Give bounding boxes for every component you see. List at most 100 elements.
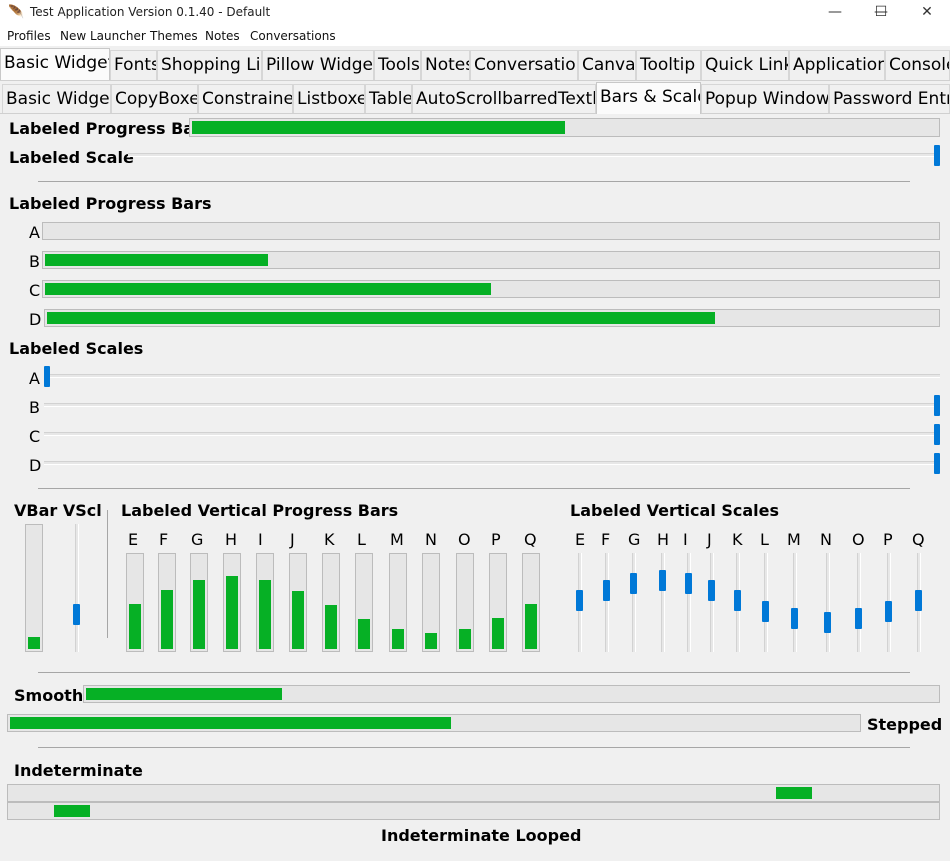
tab-canvas[interactable]: Canvas [578, 50, 636, 80]
tab-conversation[interactable]: Conversation [470, 50, 578, 80]
window-title: Test Application Version 0.1.40 - Defaul… [30, 5, 271, 19]
tab-application[interactable]: Application [789, 50, 885, 80]
scale-d-thumb[interactable] [934, 453, 940, 474]
tab-tools[interactable]: Tools [374, 50, 421, 80]
vertical-progress-bar-l [355, 553, 373, 652]
scale-a-track[interactable] [44, 374, 940, 378]
menu-notes[interactable]: Notes [205, 29, 240, 43]
vertical-progress-fill-i [259, 580, 271, 649]
close-button[interactable]: ✕ [904, 0, 950, 27]
indeterminate-looped-label: Indeterminate Looped [381, 826, 582, 845]
vertical-scale-thumb-m[interactable] [791, 608, 798, 629]
tab-tooltip[interactable]: Tooltip [636, 50, 701, 80]
progress-bar-b-fill [45, 254, 268, 266]
tab-quick-link[interactable]: Quick Link [701, 50, 789, 80]
scale-b-thumb[interactable] [934, 395, 940, 416]
scale-c-track[interactable] [44, 432, 940, 436]
vertical-progress-bar-n [422, 553, 440, 652]
vertical-scales-title: Labeled Vertical Scales [570, 501, 780, 520]
vertical-progress-bar-o [456, 553, 474, 652]
vertical-scale-thumb-e[interactable] [576, 590, 583, 611]
tab-fonts[interactable]: Fonts [110, 50, 157, 80]
subtab-autoscrollbarred-textbox[interactable]: AutoScrollbarredTextbox [412, 84, 596, 114]
subtab-listboxes[interactable]: Listboxes [293, 84, 365, 114]
subtab-popup-window[interactable]: Popup Window [701, 84, 829, 114]
scales-title: Labeled Scales [9, 339, 144, 358]
vertical-scale-thumb-i[interactable] [685, 573, 692, 594]
indeterminate-progress-block [776, 787, 812, 799]
vertical-progress-bar-i [256, 553, 274, 652]
vertical-progress-label-m: M [390, 530, 404, 549]
vertical-scale-thumb-n[interactable] [824, 612, 831, 633]
labeled-scale-thumb[interactable] [934, 145, 940, 166]
maximize-button[interactable]: ☐ [858, 0, 904, 27]
vertical-scale-track-j[interactable] [710, 553, 714, 652]
vertical-scale-thumb-q[interactable] [915, 590, 922, 611]
scale-d-track[interactable] [44, 461, 940, 465]
vertical-scale-track-f[interactable] [605, 553, 609, 652]
minimize-button[interactable]: — [812, 0, 858, 27]
vertical-progress-label-n: N [425, 530, 437, 549]
vertical-scale-thumb-l[interactable] [762, 601, 769, 622]
menu-new-launcher[interactable]: New Launcher [60, 29, 146, 43]
vertical-progress-fill-l [358, 619, 370, 649]
vertical-progress-fill-m [392, 629, 404, 649]
indeterminate-label: Indeterminate [14, 761, 143, 780]
indeterminate-looped-progress-bar [7, 802, 940, 820]
vertical-scale-label-k: K [732, 530, 743, 549]
vertical-scale-thumb-h[interactable] [659, 570, 666, 591]
scale-b-track[interactable] [44, 403, 940, 407]
labeled-scale-track[interactable] [128, 153, 940, 157]
menu-conversations[interactable]: Conversations [250, 29, 336, 43]
scale-a-label: A [29, 369, 40, 388]
vertical-progress-fill-k [325, 605, 337, 649]
stepped-progress-bar [7, 714, 861, 732]
labeled-progress-bar-fill [192, 121, 565, 134]
vertical-scale-thumb-p[interactable] [885, 601, 892, 622]
subtab-constrained[interactable]: Constrained [198, 84, 293, 114]
vertical-scale-track-m[interactable] [793, 553, 797, 652]
labeled-progress-bar [189, 118, 940, 137]
subtab-basic-widget[interactable]: Basic Widget [2, 84, 111, 114]
tab-console[interactable]: Console [885, 50, 950, 80]
scale-c-thumb[interactable] [934, 424, 940, 445]
tab-basic-widget[interactable]: Basic Widget [0, 48, 110, 80]
separator [38, 488, 910, 489]
labeled-progress-bar-label: Labeled Progress Bar [9, 119, 202, 138]
subtab-password-entry[interactable]: Password Entry [829, 84, 950, 114]
vertical-progress-bar-g [190, 553, 208, 652]
vertical-scale-thumb-f[interactable] [603, 580, 610, 601]
subtab-bars-and-scales[interactable]: Bars & Scales [596, 82, 701, 114]
scale-d-label: D [29, 456, 42, 475]
scale-a-thumb[interactable] [44, 366, 50, 387]
vertical-scale-thumb-k[interactable] [734, 590, 741, 611]
vertical-scale-thumb-o[interactable] [855, 608, 862, 629]
vscale-thumb[interactable] [73, 604, 80, 625]
vertical-scale-track-g[interactable] [632, 553, 636, 652]
menu-profiles[interactable]: Profiles [7, 29, 51, 43]
tab-divider [0, 80, 950, 81]
vertical-scale-track-o[interactable] [857, 553, 861, 652]
vertical-progress-label-o: O [458, 530, 471, 549]
vertical-scale-track-n[interactable] [826, 553, 830, 652]
vbar [25, 524, 43, 652]
vertical-progress-bar-q [522, 553, 540, 652]
vertical-progress-bar-k [322, 553, 340, 652]
progress-bar-b-label: B [29, 252, 40, 271]
tab-pillow-widget[interactable]: Pillow Widget [262, 50, 374, 80]
tab-shopping-list[interactable]: Shopping List [157, 50, 262, 80]
vertical-scale-track-i[interactable] [687, 553, 691, 652]
scale-c-label: C [29, 427, 41, 446]
vscale-track[interactable] [75, 524, 79, 652]
vertical-scale-thumb-j[interactable] [708, 580, 715, 601]
separator [38, 672, 910, 673]
vertical-scale-track-h[interactable] [661, 553, 665, 652]
menu-themes[interactable]: Themes [150, 29, 198, 43]
subtab-table[interactable]: Table [365, 84, 412, 114]
vertical-scale-thumb-g[interactable] [630, 573, 637, 594]
separator [38, 181, 910, 182]
vertical-scale-label-n: N [820, 530, 832, 549]
tab-notes[interactable]: Notes [421, 50, 470, 80]
vertical-progress-fill-h [226, 576, 238, 649]
subtab-copyboxes[interactable]: CopyBoxes [111, 84, 198, 114]
